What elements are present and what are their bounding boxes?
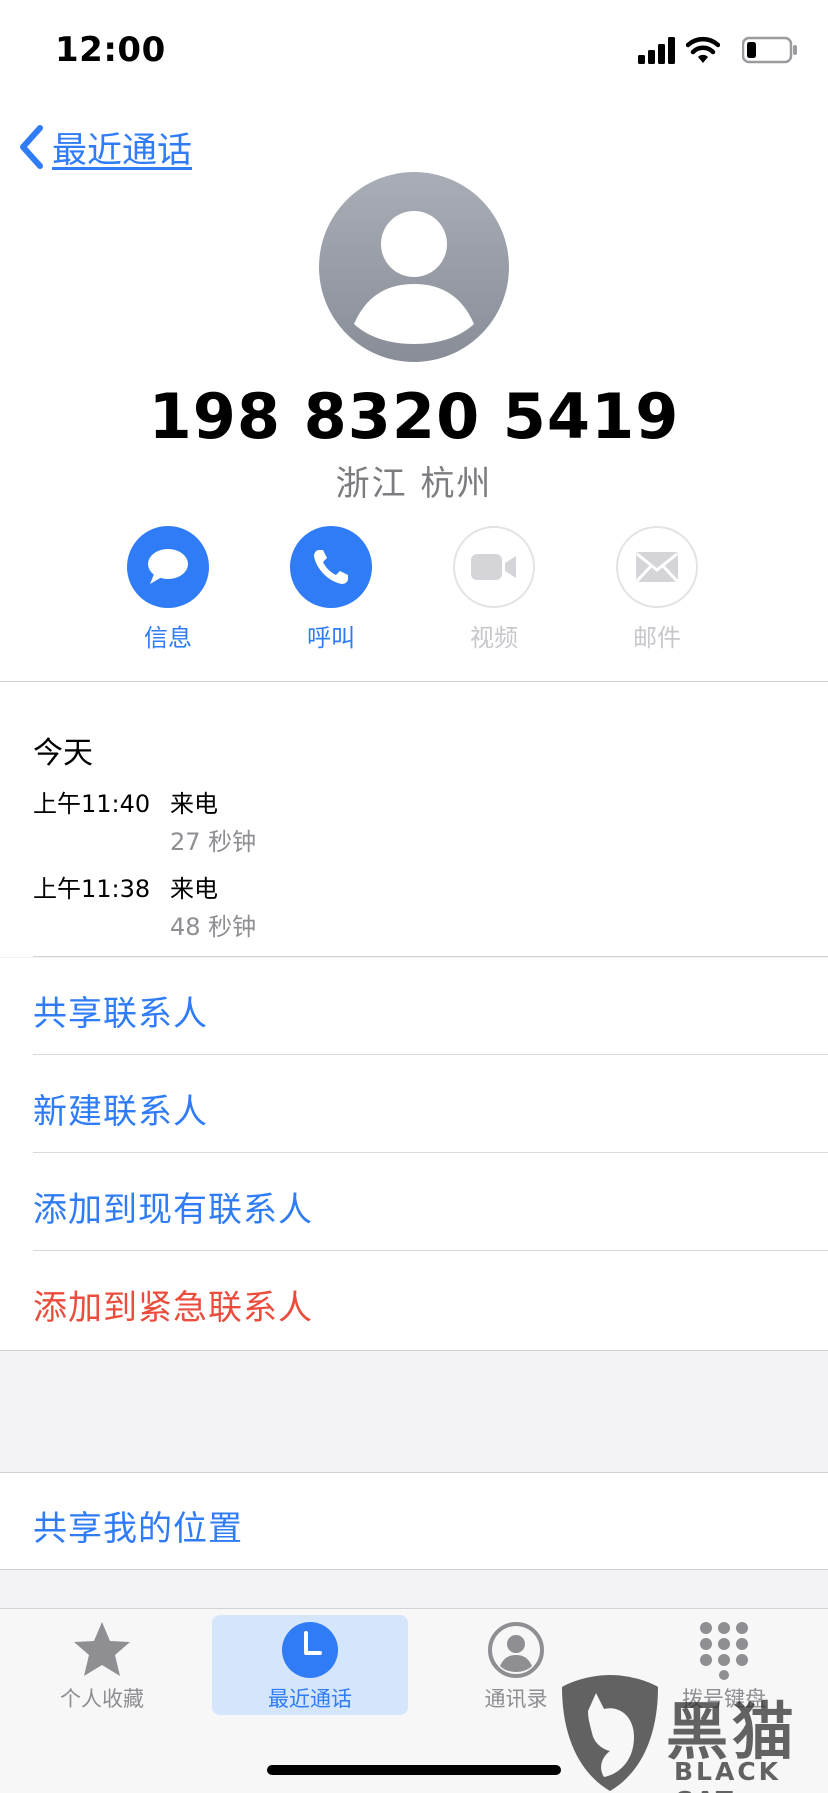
avatar bbox=[319, 172, 509, 362]
mail-icon bbox=[635, 552, 679, 583]
call-type: 来电 bbox=[170, 790, 218, 818]
call-duration: 27 秒钟 bbox=[170, 828, 257, 856]
home-indicator[interactable] bbox=[267, 1765, 561, 1775]
share-location-label: 共享我的位置 bbox=[33, 1509, 243, 1549]
contacts-icon bbox=[488, 1622, 544, 1678]
new-contact-label: 新建联系人 bbox=[33, 1092, 208, 1132]
battery-icon bbox=[742, 36, 797, 64]
quick-actions: 信息 呼叫 视频 邮件 bbox=[0, 526, 828, 656]
add-existing-contact-button[interactable]: 添加到现有联系人 bbox=[0, 1154, 828, 1251]
person-icon bbox=[354, 211, 474, 344]
call-row: 上午11:38 来电 48 秒钟 bbox=[33, 869, 828, 949]
back-label: 最近通话 bbox=[52, 130, 193, 171]
status-time: 12:00 bbox=[55, 30, 166, 70]
phone-icon bbox=[314, 550, 348, 584]
add-existing-contact-label: 添加到现有联系人 bbox=[33, 1190, 313, 1230]
divider bbox=[33, 1054, 828, 1055]
tab-favorites[interactable]: 个人收藏 bbox=[4, 1615, 200, 1715]
call-label: 呼叫 bbox=[307, 624, 355, 652]
video-icon bbox=[471, 554, 516, 580]
caller-location: 浙江 杭州 bbox=[335, 464, 493, 504]
watermark-latin: BLACK CAT bbox=[674, 1757, 782, 1793]
mail-label: 邮件 bbox=[633, 624, 681, 652]
tab-recents[interactable]: 最近通话 bbox=[212, 1615, 408, 1715]
video-label: 视频 bbox=[470, 624, 518, 652]
phone-number: 198 8320 5419 bbox=[148, 380, 680, 453]
divider bbox=[33, 956, 828, 957]
tab-favorites-label: 个人收藏 bbox=[60, 1687, 144, 1711]
clock-icon bbox=[282, 1622, 338, 1678]
divider bbox=[33, 1250, 828, 1251]
video-button[interactable]: 视频 bbox=[434, 526, 554, 656]
call-time: 上午11:38 bbox=[33, 875, 151, 903]
recent-calls: 今天 上午11:40 来电 27 秒钟 上午11:38 来电 48 秒钟 bbox=[0, 682, 828, 957]
message-icon bbox=[148, 549, 188, 584]
chevron-left-icon bbox=[20, 125, 43, 169]
status-bar: 12:00 bbox=[0, 0, 828, 100]
wifi-icon bbox=[686, 36, 720, 63]
phone-screen: 12:00 最近通话 198 8320 5419 浙江 杭州 信息 呼叫 视频 … bbox=[0, 0, 828, 1793]
calls-day-header: 今天 bbox=[33, 736, 93, 771]
contact-options-list: 共享联系人 新建联系人 添加到现有联系人 添加到紧急联系人 bbox=[0, 958, 828, 1351]
signal-icon bbox=[638, 37, 675, 64]
add-emergency-contact-label: 添加到紧急联系人 bbox=[33, 1288, 313, 1328]
call-type: 来电 bbox=[170, 875, 218, 903]
message-button[interactable]: 信息 bbox=[108, 526, 228, 656]
share-contact-label: 共享联系人 bbox=[33, 994, 208, 1034]
star-icon bbox=[74, 1622, 130, 1676]
back-button[interactable]: 最近通话 bbox=[18, 120, 192, 174]
call-button[interactable]: 呼叫 bbox=[271, 526, 391, 656]
tab-recents-label: 最近通话 bbox=[268, 1687, 352, 1711]
divider bbox=[33, 1152, 828, 1153]
share-contact-button[interactable]: 共享联系人 bbox=[0, 958, 828, 1055]
message-label: 信息 bbox=[144, 624, 192, 652]
new-contact-button[interactable]: 新建联系人 bbox=[0, 1056, 828, 1153]
call-duration: 48 秒钟 bbox=[170, 913, 257, 941]
add-emergency-contact-button[interactable]: 添加到紧急联系人 bbox=[0, 1252, 828, 1349]
mail-button[interactable]: 邮件 bbox=[597, 526, 717, 656]
share-location-button[interactable]: 共享我的位置 bbox=[0, 1472, 828, 1570]
call-row: 上午11:40 来电 27 秒钟 bbox=[33, 784, 828, 864]
contact-header: 最近通话 198 8320 5419 浙江 杭州 信息 呼叫 视频 邮件 bbox=[0, 100, 828, 682]
black-cat-watermark: 黑猫 BLACK CAT bbox=[558, 1671, 828, 1793]
call-time: 上午11:40 bbox=[33, 790, 151, 818]
cat-logo-icon bbox=[562, 1675, 658, 1791]
